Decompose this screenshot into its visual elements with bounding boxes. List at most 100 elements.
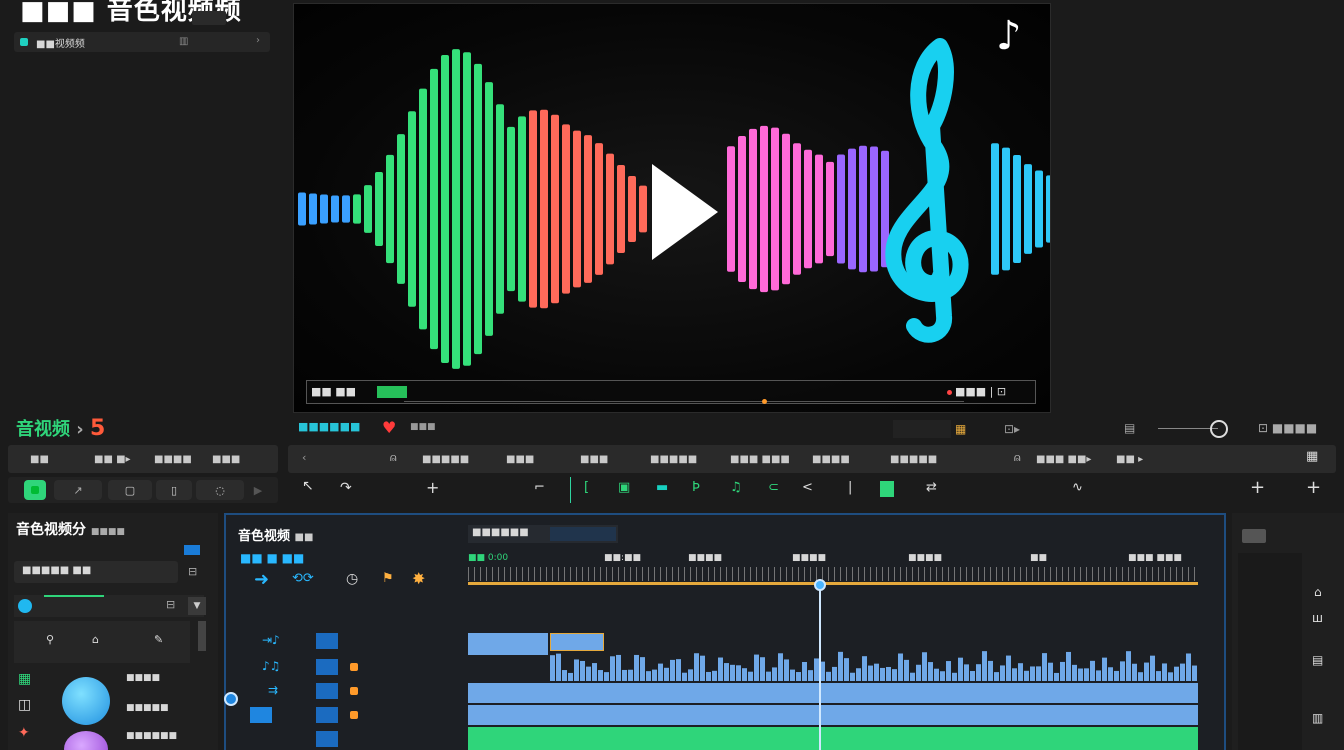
hat-icon[interactable]: ⌂	[1314, 585, 1322, 599]
clip-icon[interactable]: Ϸ	[692, 480, 700, 495]
waveform-track[interactable]	[468, 627, 1198, 681]
layers-icon[interactable]: ▦	[18, 671, 31, 687]
cal-icon[interactable]: ▤	[1312, 653, 1323, 667]
filter-icon[interactable]: ⊟	[188, 565, 197, 578]
left-row-item[interactable]: ■■■■■■	[126, 731, 177, 741]
bracket-icon[interactable]: [	[584, 480, 589, 495]
angle-icon[interactable]: <	[802, 480, 813, 495]
toolbar-left-item[interactable]: ■■ ■▸	[88, 448, 137, 470]
track-handle-icon[interactable]: ⇉	[268, 683, 278, 697]
marker-icon[interactable]: ⌐	[534, 480, 545, 495]
tool-icon[interactable]: ✎	[154, 633, 163, 646]
hook-icon[interactable]: ⊂	[768, 480, 779, 495]
work-area-bar[interactable]	[468, 582, 1198, 585]
track-btn[interactable]	[316, 659, 338, 675]
film-icon[interactable]: ▥	[1312, 711, 1323, 725]
green-track[interactable]	[468, 727, 1198, 750]
label-icon[interactable]: ⌂	[92, 633, 99, 646]
sidebar-row[interactable]: ■■视频频 ▥ ›	[14, 32, 270, 52]
settings-icon[interactable]: ⊡ ■■■■	[1258, 421, 1317, 435]
toolbar-mid-item[interactable]: ■■■■■	[416, 448, 475, 470]
grid-toggle-icon[interactable]: ▦	[1306, 449, 1318, 464]
add-clip-icon[interactable]: +	[1306, 477, 1321, 498]
toolbar-left-item[interactable]: ■■	[24, 448, 55, 470]
dropdown-icon[interactable]: ▼	[188, 597, 206, 615]
chat-icon[interactable]: ◫	[18, 697, 31, 713]
heart-icon[interactable]: ♥	[382, 418, 396, 437]
star-icon[interactable]: ✸	[412, 569, 425, 588]
track-handle-icon[interactable]: ♪♫	[262, 659, 280, 673]
mid-tab-label[interactable]: ■■■■■■	[298, 420, 360, 433]
note-tool-icon[interactable]: ♫	[730, 480, 742, 495]
user-icon[interactable]: ⍝	[390, 451, 397, 465]
track-btn[interactable]	[316, 633, 338, 649]
title-field[interactable]	[192, 11, 226, 25]
zoom-track[interactable]	[1158, 428, 1218, 429]
toolbar-mid-item[interactable]: ■■■ ■■▸	[1030, 448, 1097, 470]
toolbar-mid-item[interactable]: ■■■ ■■■	[724, 448, 796, 470]
flag-icon[interactable]: ⚑	[382, 571, 394, 586]
minus-icon[interactable]: ⊟	[166, 598, 175, 611]
timeline-anchor[interactable]	[224, 692, 238, 706]
preview-scrubber[interactable]	[404, 399, 964, 404]
blue-orb[interactable]	[62, 677, 110, 725]
toolbar-mid-item[interactable]: ■■■■	[806, 448, 856, 470]
left-row-item[interactable]: ■■■■■	[126, 703, 169, 713]
track-select-btn[interactable]	[250, 707, 272, 723]
right-toggle[interactable]	[1242, 529, 1266, 543]
toolbar-left-item[interactable]: ■■■■	[148, 448, 198, 470]
flat-icon[interactable]: ▬	[656, 480, 668, 495]
search-field[interactable]: ■■■■■ ■■	[14, 561, 178, 583]
toolbar-mid-item[interactable]: ■■ ▸	[1110, 448, 1149, 470]
chevron-right-icon[interactable]: ›	[256, 35, 260, 46]
arrow-right-icon[interactable]: ➜	[254, 569, 269, 590]
active-tool-button[interactable]	[24, 480, 46, 500]
equalizer-icon[interactable]: ▥	[179, 36, 188, 47]
clock-icon[interactable]: ◷	[346, 571, 358, 587]
loop-icon[interactable]: ⟲⟳	[292, 571, 314, 586]
zoom-knob[interactable]	[1210, 420, 1228, 438]
green-block-icon[interactable]	[880, 481, 894, 497]
wave-tool-icon[interactable]: ∿	[1072, 480, 1083, 495]
undo-icon[interactable]: ↖	[302, 478, 314, 494]
audio-track-2[interactable]	[468, 683, 1198, 703]
toolbar-mid-item[interactable]: ■■■■■	[884, 448, 943, 470]
curve-icon[interactable]: ↷	[340, 480, 352, 496]
square-tool-button[interactable]: ▢	[108, 480, 152, 500]
video-preview[interactable]: ♪ ■■ ■■ ■■■ | ⊡	[293, 3, 1051, 413]
toolbar-left-item[interactable]: ■■■	[206, 448, 246, 470]
shuffle-icon[interactable]: ⇄	[926, 480, 937, 495]
toolbar-mid-item[interactable]: ■■■	[500, 448, 540, 470]
pen-tool-button[interactable]: ↗	[54, 480, 102, 500]
add-icon[interactable]: +	[426, 478, 439, 497]
wand-icon[interactable]: ✦	[18, 725, 30, 741]
chevron-left-icon[interactable]: ‹	[302, 451, 306, 464]
playhead-knob[interactable]	[814, 579, 826, 591]
playhead[interactable]	[814, 579, 826, 750]
user-icon-2[interactable]: ⍝	[1014, 451, 1021, 465]
toolbar-mid-item[interactable]: ■■■■■	[644, 448, 703, 470]
left-row-item[interactable]: ■■■■	[126, 673, 160, 683]
left-list-row[interactable]: ⊟ ▼	[14, 595, 206, 617]
lasso-tool-button[interactable]: ◌	[196, 480, 244, 500]
timeline-panel[interactable]: 音色视频 ■■ ■■ ■ ■■ ➜ ⟲⟳ ◷ ⚑ ✸ ■■■■■■ ■■ 0:0…	[224, 513, 1226, 750]
doc-tool-button[interactable]: ▯	[156, 480, 192, 500]
track-handle-icon[interactable]: ⇥♪	[262, 633, 280, 647]
track-btn[interactable]	[316, 707, 338, 723]
field-value-box[interactable]	[550, 527, 616, 541]
toolbar-mid-item[interactable]: ■■■	[574, 448, 614, 470]
play-small-button[interactable]: ▶	[248, 480, 268, 500]
vertical-slider[interactable]	[198, 621, 206, 651]
audio-track-3[interactable]	[468, 705, 1198, 725]
link-icon[interactable]: ⚲	[46, 633, 54, 646]
text-icon[interactable]: ш	[1312, 611, 1323, 625]
copy-icon[interactable]: ▣	[618, 480, 630, 495]
field-label-box[interactable]: ■■■■■■	[468, 525, 618, 543]
blue-square-icon[interactable]	[184, 545, 200, 555]
grid-icon[interactable]: ▦	[955, 422, 966, 436]
bar-icon[interactable]: |	[848, 480, 852, 495]
track-btn[interactable]	[316, 731, 338, 747]
split-icon[interactable]: ⊡▸	[1004, 422, 1020, 436]
add-track-icon[interactable]: +	[1250, 477, 1265, 498]
scrubber-handle[interactable]	[762, 399, 767, 404]
